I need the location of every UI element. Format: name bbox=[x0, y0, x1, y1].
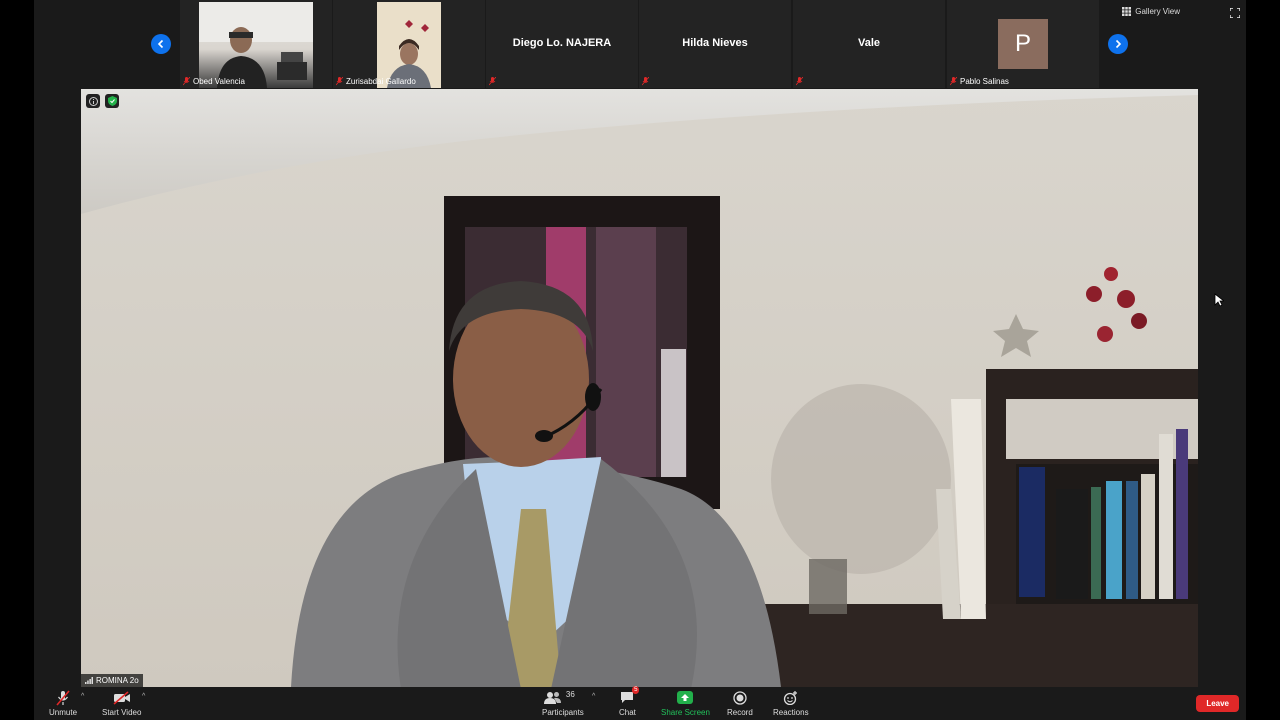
record-icon bbox=[733, 689, 747, 706]
previous-page-button[interactable] bbox=[151, 34, 171, 54]
unmute-button[interactable]: Unmute bbox=[49, 689, 77, 717]
video-status-icons bbox=[86, 94, 119, 108]
participant-name: Pablo Salinas bbox=[960, 77, 1009, 86]
participant-name: Vale bbox=[857, 37, 881, 49]
video-options-caret[interactable]: ^ bbox=[142, 693, 145, 700]
participant-video bbox=[199, 2, 313, 88]
mic-muted-icon bbox=[183, 77, 190, 86]
participant-name: Diego Lo. NAJERA bbox=[512, 37, 612, 49]
speaker-video-image bbox=[81, 89, 1198, 687]
participants-button[interactable]: 36 Participants bbox=[542, 689, 584, 717]
participants-icon: 36 bbox=[543, 689, 582, 706]
gallery-view-label: Gallery View bbox=[1135, 7, 1180, 16]
mic-muted-icon bbox=[950, 77, 957, 86]
participant-name: Obed Valencia bbox=[193, 77, 245, 86]
mic-muted-icon bbox=[489, 77, 496, 86]
participant-tile[interactable]: P Pablo Salinas bbox=[947, 0, 1099, 88]
audio-options-caret[interactable]: ^ bbox=[81, 693, 84, 700]
chevron-left-icon bbox=[157, 39, 164, 49]
meeting-toolbar: Unmute ^ Start Video ^ 36 Participants ^… bbox=[34, 686, 1246, 720]
mic-muted-icon bbox=[796, 77, 803, 86]
participant-tile[interactable]: Zurisabdai Gallardo bbox=[333, 0, 485, 88]
participant-strip: Obed Valencia Zurisabdai Gallardo Diego … bbox=[34, 0, 1246, 89]
next-page-button[interactable] bbox=[1108, 34, 1128, 54]
avatar: P bbox=[998, 19, 1048, 69]
speaker-name-label: ROMINA 2o bbox=[81, 674, 143, 687]
participant-video bbox=[377, 2, 441, 88]
record-label: Record bbox=[727, 708, 753, 717]
chevron-right-icon bbox=[1115, 39, 1122, 49]
video-off-icon bbox=[113, 689, 131, 706]
chat-unread-badge: 5 bbox=[632, 686, 640, 694]
participant-tile[interactable]: Obed Valencia bbox=[180, 0, 332, 88]
chat-button[interactable]: 5 Chat bbox=[619, 686, 640, 717]
mic-muted-icon bbox=[336, 77, 343, 86]
participants-count: 36 bbox=[565, 690, 575, 699]
chat-icon: 5 bbox=[620, 686, 640, 706]
share-screen-button[interactable]: Share Screen bbox=[661, 689, 710, 717]
share-screen-label: Share Screen bbox=[661, 708, 710, 717]
leave-button[interactable]: Leave bbox=[1196, 695, 1239, 712]
participants-label: Participants bbox=[542, 708, 584, 717]
participant-name: Hilda Nieves bbox=[682, 37, 748, 49]
start-video-label: Start Video bbox=[102, 708, 142, 717]
participant-name: Zurisabdai Gallardo bbox=[346, 77, 416, 86]
participants-options-caret[interactable]: ^ bbox=[592, 693, 595, 700]
signal-icon bbox=[85, 677, 93, 684]
active-speaker-video: ROMINA 2o bbox=[81, 89, 1198, 687]
participant-label bbox=[489, 77, 496, 86]
reactions-button[interactable]: Reactions bbox=[773, 689, 809, 717]
share-screen-icon bbox=[677, 689, 694, 706]
participant-label: Obed Valencia bbox=[183, 77, 245, 86]
start-video-button[interactable]: Start Video bbox=[102, 689, 141, 717]
speaker-name: ROMINA 2o bbox=[96, 676, 139, 685]
reactions-icon bbox=[783, 689, 798, 706]
participant-label: Pablo Salinas bbox=[950, 77, 1009, 86]
fullscreen-icon[interactable] bbox=[1230, 8, 1240, 18]
record-button[interactable]: Record bbox=[727, 689, 753, 717]
mic-muted-icon bbox=[642, 77, 649, 86]
gallery-view-button[interactable]: Gallery View bbox=[1122, 7, 1180, 16]
participant-label: Zurisabdai Gallardo bbox=[336, 77, 416, 86]
zoom-window: Obed Valencia Zurisabdai Gallardo Diego … bbox=[34, 0, 1246, 720]
participant-label bbox=[796, 77, 803, 86]
reactions-label: Reactions bbox=[773, 708, 809, 717]
participant-tile[interactable]: Hilda Nieves bbox=[639, 0, 791, 88]
participant-tile[interactable]: Vale bbox=[793, 0, 945, 88]
mouse-cursor-icon bbox=[1214, 293, 1224, 307]
chat-label: Chat bbox=[619, 708, 636, 717]
mic-muted-icon bbox=[56, 689, 70, 706]
grid-icon bbox=[1122, 7, 1132, 16]
encryption-shield-icon[interactable] bbox=[105, 94, 119, 108]
participant-tile[interactable]: Diego Lo. NAJERA bbox=[486, 0, 638, 88]
unmute-label: Unmute bbox=[49, 708, 78, 717]
participant-label bbox=[642, 77, 649, 86]
info-icon[interactable] bbox=[86, 94, 100, 108]
